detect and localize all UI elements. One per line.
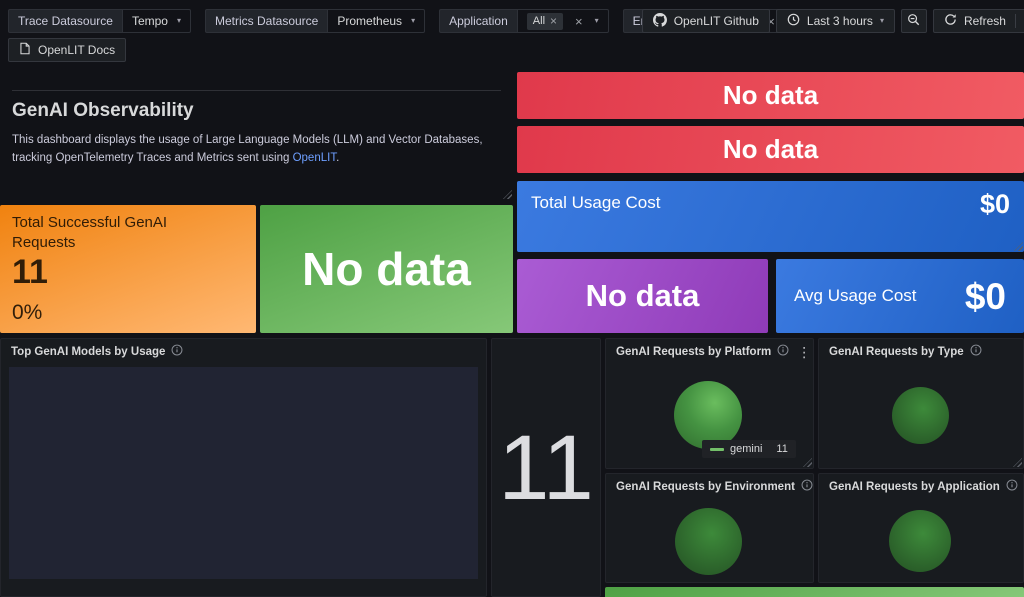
stat-total-successful-requests: Total Successful GenAI Requests 11 0% xyxy=(0,205,256,333)
trace-datasource-label: Trace Datasource xyxy=(8,9,122,33)
metrics-datasource-label: Metrics Datasource xyxy=(204,9,328,33)
openlit-link[interactable]: OpenLIT xyxy=(293,152,336,164)
grafana-dashboard: Trace Datasource Tempo ▾ Metrics Datasou… xyxy=(0,0,1024,597)
stat-no-data-green: No data xyxy=(260,205,513,333)
stat-value: 11 xyxy=(12,253,48,291)
stat-avg-usage-cost: Avg Usage Cost $0 xyxy=(776,259,1024,333)
stat-value: $0 xyxy=(964,275,1006,317)
panel-top-models: Top GenAI Models by Usage xyxy=(0,338,487,597)
panel-requests-by-application: GenAI Requests by Application xyxy=(818,473,1024,583)
dashboard-description: This dashboard displays the usage of Lar… xyxy=(12,134,483,164)
divider xyxy=(12,90,501,91)
panel-title[interactable]: GenAI Requests by Environment xyxy=(616,481,795,493)
dashboard-title: GenAI Observability xyxy=(12,100,194,121)
panel-title[interactable]: GenAI Requests by Application xyxy=(829,481,1000,493)
chevron-down-icon: ▾ xyxy=(176,16,181,25)
divider xyxy=(1014,14,1016,28)
panel-header: GenAI Requests by Environment xyxy=(606,474,813,500)
panel-requests-by-type: GenAI Requests by Type xyxy=(818,338,1024,469)
stat-title: Avg Usage Cost xyxy=(794,286,917,305)
panel-title[interactable]: GenAI Requests by Platform xyxy=(616,346,771,358)
partial-panel-green xyxy=(605,587,1024,597)
chevron-down-icon: ▾ xyxy=(879,16,884,25)
openlit-github-button[interactable]: OpenLIT Github xyxy=(641,9,770,33)
info-icon[interactable] xyxy=(1006,478,1018,496)
legend-series-name: gemini xyxy=(730,443,763,455)
panel-big-stat: 11 xyxy=(491,338,601,597)
info-icon[interactable] xyxy=(777,343,789,361)
clock-icon xyxy=(787,13,800,29)
github-icon xyxy=(652,12,667,30)
toolbar-row-2: OpenLIT Docs xyxy=(8,38,127,62)
stat-percent: 0% xyxy=(12,301,43,324)
chart-plot-area[interactable] xyxy=(9,367,478,579)
panel-header: GenAI Requests by Type xyxy=(819,339,1023,365)
panel-requests-by-platform: GenAI Requests by Platform ⋮ gemini 11 xyxy=(605,338,814,469)
application-select[interactable]: All × × ▾ xyxy=(516,9,609,33)
legend-series-value: 11 xyxy=(776,443,788,455)
stat-title: Total Usage Cost xyxy=(531,193,661,212)
clear-icon[interactable]: × xyxy=(575,15,583,28)
stat-title: Total Successful GenAI Requests xyxy=(12,214,168,251)
stat-no-data-1: No data xyxy=(517,72,1024,119)
pie-chart[interactable] xyxy=(674,381,742,449)
zoom-out-icon xyxy=(907,13,920,29)
panel-header: GenAI Requests by Platform ⋮ xyxy=(606,339,813,365)
panel-header: Top GenAI Models by Usage xyxy=(1,339,486,365)
intro-text-panel: GenAI Observability This dashboard displ… xyxy=(0,70,513,200)
var-trace-datasource: Trace Datasource Tempo ▾ xyxy=(8,9,191,33)
pie-chart[interactable] xyxy=(675,508,742,575)
pie-chart[interactable] xyxy=(892,387,949,444)
pie-chart[interactable] xyxy=(889,510,951,572)
stat-value: 11 xyxy=(498,416,594,519)
application-chip[interactable]: All × xyxy=(526,12,564,30)
chevron-down-icon: ▾ xyxy=(411,16,416,25)
panel-requests-by-environment: GenAI Requests by Environment xyxy=(605,473,814,583)
stat-no-data-purple: No data xyxy=(517,259,768,333)
document-icon xyxy=(19,42,31,58)
panel-header: GenAI Requests by Application xyxy=(819,474,1023,500)
metrics-datasource-select[interactable]: Prometheus ▾ xyxy=(327,9,426,33)
var-application: Application All × × ▾ xyxy=(439,9,609,33)
time-range-picker[interactable]: Last 3 hours ▾ xyxy=(775,9,895,33)
stat-total-usage-cost: Total Usage Cost $0 xyxy=(517,181,1024,252)
chevron-down-icon: ▾ xyxy=(594,16,599,25)
legend-series-color xyxy=(710,447,724,451)
trace-datasource-select[interactable]: Tempo ▾ xyxy=(121,9,191,33)
info-icon[interactable] xyxy=(171,343,183,361)
refresh-button[interactable]: Refresh ▾ xyxy=(932,9,1024,33)
var-metrics-datasource: Metrics Datasource Prometheus ▾ xyxy=(204,9,426,33)
metrics-datasource-value: Prometheus xyxy=(337,14,403,28)
panel-menu-icon[interactable]: ⋮ xyxy=(795,344,813,361)
panel-title[interactable]: GenAI Requests by Type xyxy=(829,346,964,358)
openlit-docs-button[interactable]: OpenLIT Docs xyxy=(8,38,127,62)
remove-value-icon[interactable]: × xyxy=(550,15,557,27)
stat-value: $0 xyxy=(979,189,1010,219)
application-label: Application xyxy=(439,9,517,33)
panel-title[interactable]: Top GenAI Models by Usage xyxy=(11,346,165,358)
refresh-icon xyxy=(944,13,957,29)
stat-no-data-2: No data xyxy=(517,126,1024,173)
info-icon[interactable] xyxy=(801,478,813,496)
toolbar-actions: OpenLIT Github Last 3 hours ▾ Refresh ▾ xyxy=(641,9,1024,33)
legend-item[interactable]: gemini 11 xyxy=(702,440,796,458)
trace-datasource-value: Tempo xyxy=(131,14,168,28)
info-icon[interactable] xyxy=(970,343,982,361)
zoom-out-button[interactable] xyxy=(900,9,927,33)
